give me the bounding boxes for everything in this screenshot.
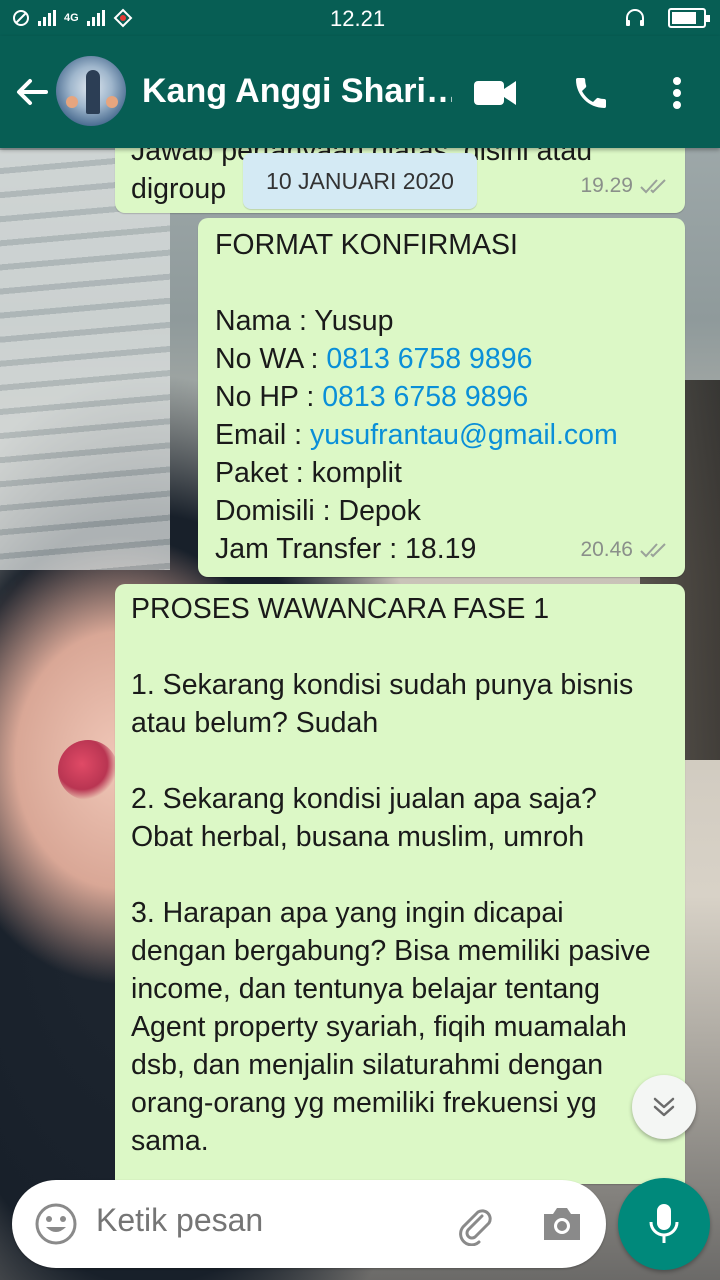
double-chevron-down-icon: [653, 1097, 675, 1117]
message-line: No WA : 0813 6758 9896: [215, 340, 618, 378]
message-input[interactable]: [96, 1202, 436, 1239]
message-line-label: No WA :: [215, 343, 327, 375]
phone-icon: [576, 78, 606, 108]
message-bubble[interactable]: PROSES WAWANCARA FASE 1 1. Sekarang kond…: [115, 584, 685, 1184]
more-vert-icon: [673, 77, 681, 109]
wallpaper-detail: [58, 740, 118, 800]
avatar[interactable]: [56, 56, 126, 126]
back-button[interactable]: [12, 72, 52, 112]
message-time: 20.46: [580, 538, 633, 561]
chat-header: Kang Anggi Shari…: [0, 36, 720, 148]
avatar-detail: [66, 96, 78, 108]
attach-icon: [459, 1209, 492, 1246]
battery-level: [672, 12, 696, 24]
wifi-icon: [13, 10, 29, 26]
attach-button[interactable]: [450, 1200, 498, 1248]
status-left: 4G: [12, 8, 133, 28]
message-line: Jam Transfer : 18.19: [215, 533, 477, 565]
voice-record-button[interactable]: [618, 1178, 710, 1270]
phone-link[interactable]: 0813 6758 9896: [322, 381, 528, 413]
message-line-label: No HP :: [215, 381, 323, 413]
camera-button[interactable]: [538, 1200, 586, 1248]
message-line: Email : yusufrantau@gmail.com: [215, 416, 618, 454]
chat-title[interactable]: Kang Anggi Shari…: [142, 72, 452, 111]
wallpaper-window: [0, 150, 170, 570]
message-line-label: Email :: [215, 419, 311, 451]
status-right: [624, 7, 710, 29]
message-line: Domisili : Depok: [215, 495, 421, 527]
battery-icon: [668, 8, 710, 28]
message-meta: 19.29: [580, 167, 671, 205]
signal-icon: [38, 10, 56, 26]
emoji-icon: [35, 1203, 77, 1245]
message-text: PROSES WAWANCARA FASE 1 1. Sekarang kond…: [131, 593, 651, 1157]
back-arrow-icon: [17, 79, 48, 105]
message-line: No HP : 0813 6758 9896: [215, 378, 618, 416]
message-meta: 20.46: [580, 531, 671, 569]
message-time: 19.29: [580, 174, 633, 197]
message-line: Nama : Yusup: [215, 305, 394, 337]
camera-icon: [544, 1208, 580, 1240]
status-bar: 4G 12.21: [0, 0, 720, 36]
data-icon: [113, 8, 133, 28]
message-body: FORMAT KONFIRMASI Nama : Yusup No WA : 0…: [215, 226, 618, 568]
network-type: 4G: [64, 12, 79, 24]
avatar-detail: [86, 70, 100, 114]
email-link[interactable]: yusufrantau@gmail.com: [310, 419, 618, 451]
read-ticks-icon: [640, 179, 666, 194]
phone-link[interactable]: 0813 6758 9896: [326, 343, 532, 375]
mic-icon: [649, 1204, 679, 1243]
voice-call-button[interactable]: [568, 70, 614, 116]
video-call-button[interactable]: [472, 70, 518, 116]
status-time: 12.21: [330, 6, 386, 31]
message-composer: [12, 1180, 606, 1268]
scroll-to-bottom-button[interactable]: [632, 1075, 696, 1139]
emoji-button[interactable]: [32, 1200, 80, 1248]
avatar-detail: [106, 96, 118, 108]
more-options-button[interactable]: [654, 70, 700, 116]
message-line: Paket : komplit: [215, 457, 402, 489]
date-separator: 10 JANUARI 2020: [243, 153, 477, 209]
message-bubble[interactable]: FORMAT KONFIRMASI Nama : Yusup No WA : 0…: [198, 218, 685, 577]
video-call-icon: [474, 81, 516, 105]
message-text: digroup: [131, 173, 227, 205]
headset-icon: [626, 9, 644, 26]
message-line: FORMAT KONFIRMASI: [215, 229, 518, 261]
read-ticks-icon: [640, 543, 666, 558]
signal-icon-2: [86, 10, 105, 26]
